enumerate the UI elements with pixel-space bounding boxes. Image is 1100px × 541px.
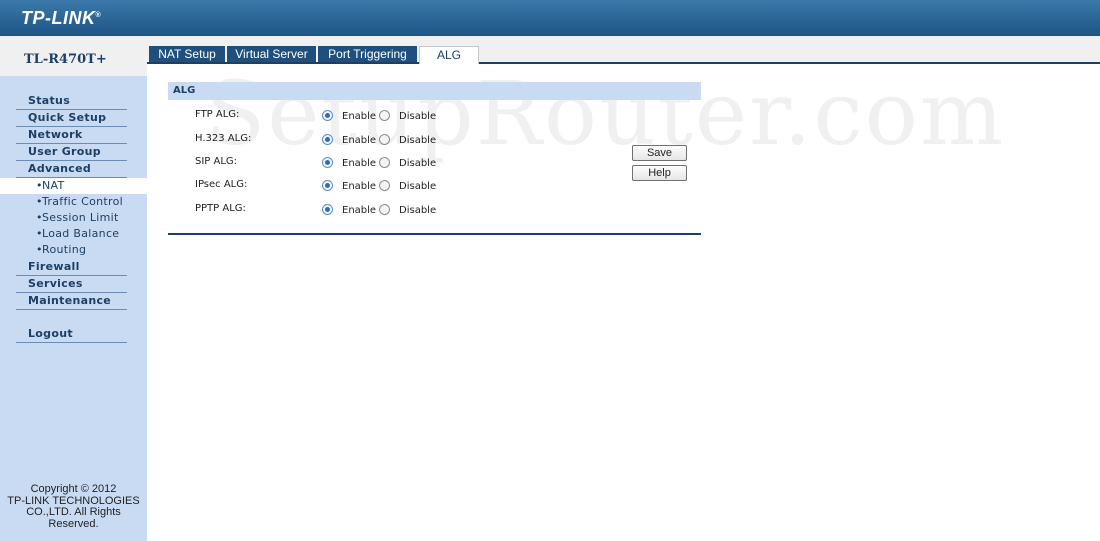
tab-nat-setup[interactable]: NAT Setup	[149, 46, 225, 62]
sidebar-item-network[interactable]: Network	[16, 127, 127, 144]
model-box: TL-R470T+	[0, 36, 147, 76]
disable-label: Disable	[399, 181, 437, 192]
sidebar-subitem-label: Load Balance	[42, 227, 120, 240]
header-bar: TP-LINK®	[0, 0, 1100, 36]
sidebar-item-quick-setup[interactable]: Quick Setup	[16, 110, 127, 127]
sidebar-subitem-label: Session Limit	[42, 211, 119, 224]
copyright-line: Copyright © 2012	[30, 483, 117, 495]
row-label: H.323 ALG:	[195, 133, 252, 144]
sidebar-item-maintenance[interactable]: Maintenance	[16, 293, 127, 310]
model-name: TL-R470T+	[24, 52, 107, 67]
row-label: FTP ALG:	[195, 109, 240, 120]
pptp-alg-row: PPTP ALG: Enable Disable	[168, 202, 628, 218]
enable-label: Enable	[342, 181, 377, 192]
alg-panel: ALG FTP ALG: Enable Disable H.323 ALG: E…	[168, 82, 701, 235]
tp-link-logo: TP-LINK®	[21, 8, 102, 28]
sidebar-subitem-label: Traffic Control	[42, 195, 123, 208]
h323-alg-enable-radio[interactable]	[322, 134, 333, 145]
h323-alg-disable-radio[interactable]	[379, 134, 390, 145]
sidebar-item-firewall[interactable]: Firewall	[16, 259, 127, 276]
sidebar-item-status[interactable]: Status	[16, 93, 127, 110]
disable-label: Disable	[399, 135, 437, 146]
help-button[interactable]: Help	[632, 165, 687, 181]
pptp-alg-enable-radio[interactable]	[322, 204, 333, 215]
sidebar-item-logout[interactable]: Logout	[16, 326, 127, 343]
row-label: SIP ALG:	[195, 156, 238, 167]
ftp-alg-disable-radio[interactable]	[379, 110, 390, 121]
tab-virtual-server[interactable]: Virtual Server	[227, 46, 316, 62]
copyright-line: CO.,LTD. All Rights	[26, 506, 121, 518]
ipsec-alg-enable-radio[interactable]	[322, 180, 333, 191]
ftp-alg-enable-radio[interactable]	[322, 110, 333, 121]
ipsec-alg-row: IPsec ALG: Enable Disable	[168, 178, 628, 194]
copyright-text: Copyright © 2012 TP-LINK TECHNOLOGIES CO…	[0, 483, 147, 530]
tab-bar: NAT Setup Virtual Server Port Triggering…	[147, 36, 1100, 64]
enable-label: Enable	[342, 205, 377, 216]
disable-label: Disable	[399, 205, 437, 216]
sidebar-subitem-traffic-control[interactable]: •Traffic Control	[0, 194, 147, 210]
sidebar-subitem-nat[interactable]: •NAT	[0, 178, 147, 194]
row-label: IPsec ALG:	[195, 179, 248, 190]
sidebar-subitem-label: Routing	[42, 243, 87, 256]
sidebar-subitem-routing[interactable]: •Routing	[0, 242, 147, 258]
sidebar-subitem-label: NAT	[42, 179, 65, 192]
sidebar-item-advanced[interactable]: Advanced	[16, 161, 127, 178]
enable-label: Enable	[342, 111, 377, 122]
sidebar: TL-R470T+ Status Quick Setup Network Use…	[0, 36, 147, 541]
sip-alg-row: SIP ALG: Enable Disable	[168, 155, 628, 171]
enable-label: Enable	[342, 158, 377, 169]
disable-label: Disable	[399, 158, 437, 169]
copyright-line: Reserved.	[48, 517, 99, 530]
pptp-alg-disable-radio[interactable]	[379, 204, 390, 215]
enable-label: Enable	[342, 135, 377, 146]
ftp-alg-row: FTP ALG: Enable Disable	[168, 108, 628, 124]
sip-alg-disable-radio[interactable]	[379, 157, 390, 168]
save-button[interactable]: Save	[632, 145, 687, 161]
row-label: PPTP ALG:	[195, 203, 246, 214]
sip-alg-enable-radio[interactable]	[322, 157, 333, 168]
ipsec-alg-disable-radio[interactable]	[379, 180, 390, 191]
sidebar-item-services[interactable]: Services	[16, 276, 127, 293]
h323-alg-row: H.323 ALG: Enable Disable	[168, 132, 628, 148]
sidebar-item-user-group[interactable]: User Group	[16, 144, 127, 161]
sidebar-subitem-session-limit[interactable]: •Session Limit	[0, 210, 147, 226]
disable-label: Disable	[399, 111, 437, 122]
sidebar-subitem-load-balance[interactable]: •Load Balance	[0, 226, 147, 242]
tab-port-triggering[interactable]: Port Triggering	[318, 46, 417, 62]
panel-title: ALG	[168, 82, 701, 100]
